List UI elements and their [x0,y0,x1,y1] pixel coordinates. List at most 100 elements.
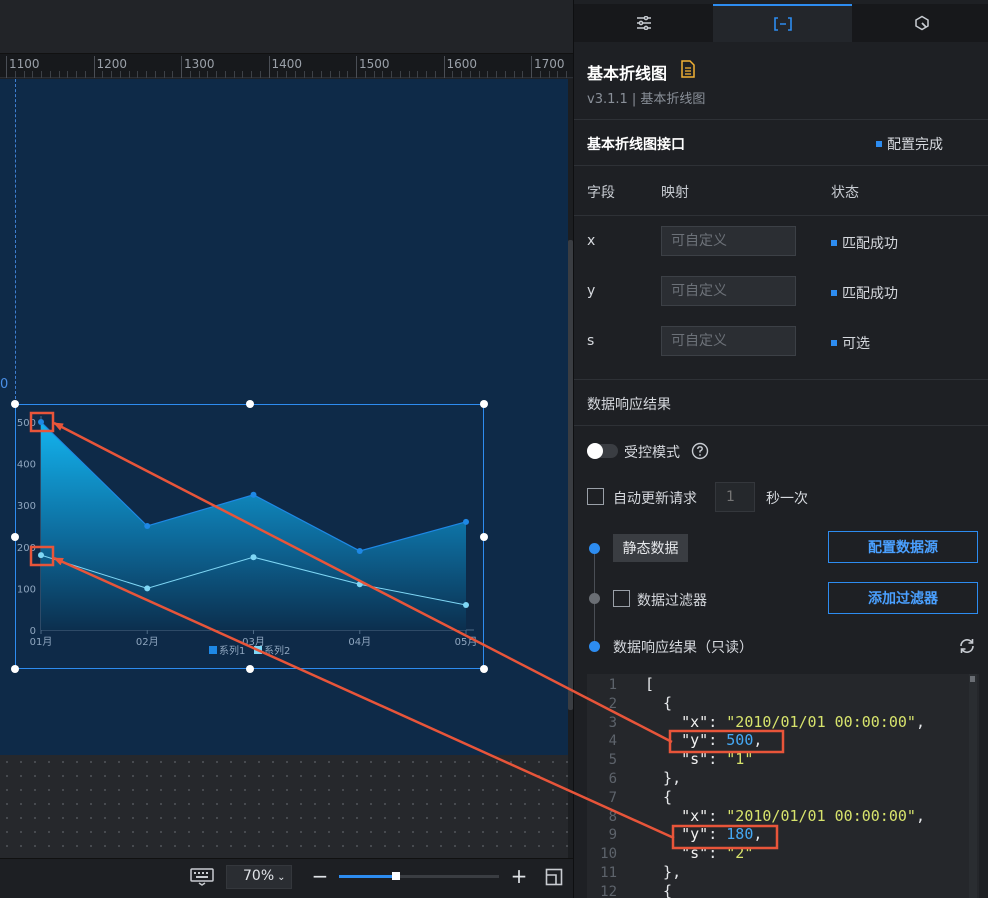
field-y: y [587,283,596,299]
line-number: 4 [608,733,617,750]
mapping-input-x[interactable] [661,226,796,256]
ruler-minor-tick [487,71,489,78]
code-token: "y" [645,731,709,750]
tab-settings[interactable] [574,4,713,42]
zoom-slider-thumb[interactable] [392,872,401,880]
y-tick-label: 500 [17,418,36,429]
x-tick-label: 05月 [455,636,478,648]
static-data-button[interactable]: 静态数据 [613,534,688,562]
line-chart[interactable]: 010020030040050001月 02月 03月 04月 05月系列1 系列2 [15,404,485,670]
ruler-minor-tick [391,71,392,78]
code-line: { [645,694,672,712]
series-1-point[interactable] [463,518,469,525]
tab-data[interactable] [713,4,852,42]
ruler-minor-tick [154,71,156,78]
resize-handle[interactable] [245,665,254,673]
series-2-point[interactable] [250,554,257,561]
resize-handle[interactable] [11,400,19,408]
component-title: 基本折线图 [587,64,668,83]
ruler-minor-tick [452,71,454,78]
code-token: "x" [645,712,709,731]
ruler-label: 1500 [359,57,390,71]
ruler-major-tick [6,56,7,78]
ruler-label: 1100 [9,57,40,71]
auto-update-checkbox[interactable] [587,488,604,505]
config-datasource-button[interactable]: 配置数据源 [828,531,978,563]
ruler-minor-tick [329,71,331,78]
ruler-minor-tick [119,71,121,78]
zoom-select[interactable]: 70% ⌄ [226,865,292,889]
code-token: "2010/01/01 00:00:00" [726,806,916,825]
refresh-icon[interactable] [958,637,976,655]
series-2-point[interactable] [144,585,151,592]
code-token: [ [645,675,655,693]
series-1-point[interactable] [38,419,44,425]
ruler-minor-tick [137,71,139,78]
ruler-minor-tick [84,71,86,78]
code-line: "s": "2" [645,844,753,862]
zoom-slider-fill [339,875,394,878]
editor-scrollbar-thumb[interactable] [970,676,975,682]
data-filter-checkbox[interactable] [613,590,630,607]
toggle-knob[interactable] [587,443,603,459]
ruler-minor-tick [102,71,104,78]
resize-handle[interactable] [11,532,19,541]
horizontal-ruler: 1100 1200 1300 1400 1500 1600 1700 [0,54,573,78]
update-interval-input[interactable] [715,482,755,512]
legend-swatch [209,646,217,654]
ruler-minor-tick [399,71,401,78]
zoom-out-button[interactable]: − [311,864,329,888]
series-1-point[interactable] [144,523,151,529]
api-section-title: 基本折线图接口 [587,137,685,153]
ruler-minor-tick [426,71,427,78]
code-token: , [915,712,925,731]
code-line: { [645,882,672,898]
series-1-point[interactable] [250,491,257,498]
fit-screen-icon[interactable] [545,868,563,886]
add-filter-button[interactable]: 添加过滤器 [828,582,978,614]
ruler-label: 1300 [184,57,215,71]
resize-handle[interactable] [480,532,488,541]
series-1-point[interactable] [356,547,363,554]
ruler-minor-tick [557,71,559,78]
legend-label: 系列1 [219,644,245,657]
resize-handle[interactable] [480,665,488,673]
series-2-point[interactable] [356,581,363,588]
code-line: "s": "1" [645,750,753,768]
ruler-minor-tick [172,71,174,78]
resize-handle[interactable] [480,400,488,408]
resize-handle[interactable] [11,665,19,673]
mapping-input-s[interactable] [661,326,796,356]
ruler-minor-tick [338,71,340,78]
editor-scrollbar[interactable] [969,674,977,898]
divider [574,215,988,216]
series-2-point[interactable] [38,552,44,559]
line-number: 2 [608,695,617,712]
document-icon[interactable] [681,60,695,78]
ruler-minor-tick [207,71,209,78]
ruler-minor-tick [76,71,77,78]
code-token: "2" [726,844,754,863]
vertical-guide-line[interactable] [15,79,16,404]
ruler-minor-tick [303,71,305,78]
help-icon[interactable] [691,442,709,460]
series-2-point[interactable] [463,602,469,609]
series-1-area [41,422,466,630]
response-code-editor[interactable]: 1 2 3 4 5 6 7 8 9 10 11 12 [ { "x": "2010/01/01 00:… [587,674,979,898]
auto-update-label: 自动更新请求 [613,491,697,507]
legend-swatch [254,646,262,654]
tab-interaction[interactable] [852,4,988,42]
keyboard-icon[interactable] [190,868,214,886]
api-status: 配置完成 [876,134,943,154]
ruler-minor-tick [128,71,130,78]
ruler-major-tick [531,56,532,78]
resize-handle[interactable] [245,400,254,408]
code-token: { [645,787,673,806]
zoom-in-button[interactable]: + [510,864,528,888]
ruler-label: 1400 [271,57,303,71]
ruler-minor-tick [478,71,480,78]
line-number: 1 [608,677,617,693]
mapping-input-y[interactable] [661,276,796,306]
code-token: "s" [645,750,709,769]
ruler-minor-tick [382,71,384,78]
